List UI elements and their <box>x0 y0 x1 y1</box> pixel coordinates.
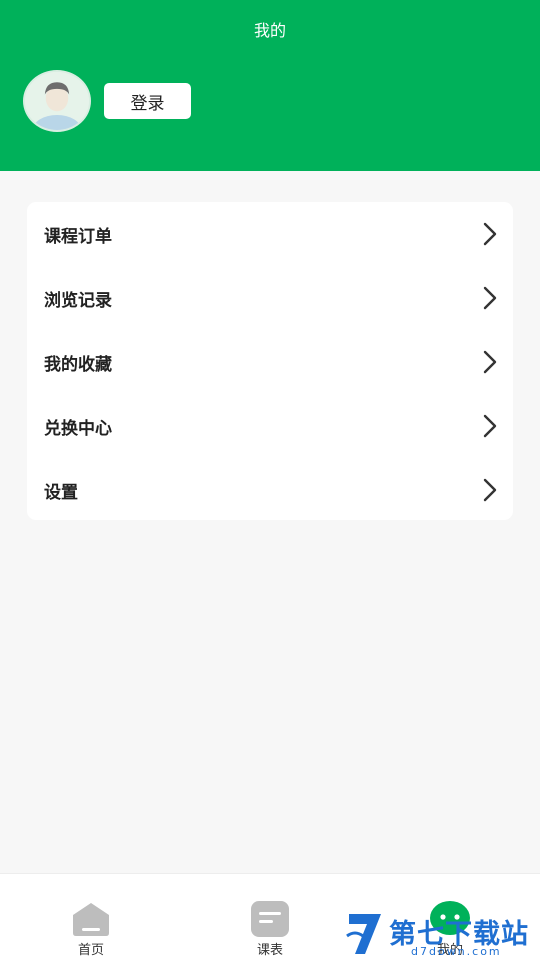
menu-item-favorites[interactable]: 我的收藏 <box>27 330 513 394</box>
tab-label: 课表 <box>256 943 283 958</box>
chevron-right-icon <box>483 414 497 438</box>
watermark-subtext: d7down.com <box>411 945 502 958</box>
tab-schedule[interactable]: 课表 <box>225 900 315 960</box>
watermark: 第七下载站 d7down.com <box>345 908 540 960</box>
chevron-right-icon <box>483 478 497 502</box>
tab-home[interactable]: 首页 <box>46 900 136 960</box>
menu-item-label: 我的收藏 <box>44 354 112 375</box>
menu-item-settings[interactable]: 设置 <box>27 458 513 522</box>
watermark-logo-icon <box>346 914 381 954</box>
page-title: 我的 <box>253 21 286 40</box>
menu-item-redeem-center[interactable]: 兑换中心 <box>27 394 513 458</box>
chevron-right-icon <box>483 286 497 310</box>
menu-item-browse-history[interactable]: 浏览记录 <box>27 266 513 330</box>
menu-item-label: 课程订单 <box>44 226 112 247</box>
menu-item-label: 兑换中心 <box>44 418 112 439</box>
menu-item-label: 设置 <box>44 482 78 503</box>
chevron-right-icon <box>483 350 497 374</box>
login-button[interactable]: 登录 <box>104 83 191 119</box>
schedule-icon <box>251 901 289 937</box>
tab-label: 首页 <box>77 943 104 958</box>
menu-item-label: 浏览记录 <box>44 290 112 311</box>
menu-card: 课程订单 浏览记录 我的收藏 兑换中心 设置 <box>27 202 513 520</box>
chevron-right-icon <box>483 222 497 246</box>
user-avatar-icon <box>25 72 89 130</box>
home-icon <box>73 903 109 936</box>
avatar[interactable] <box>23 70 91 132</box>
profile-header: 我的 登录 <box>0 0 540 171</box>
menu-item-course-orders[interactable]: 课程订单 <box>27 202 513 266</box>
